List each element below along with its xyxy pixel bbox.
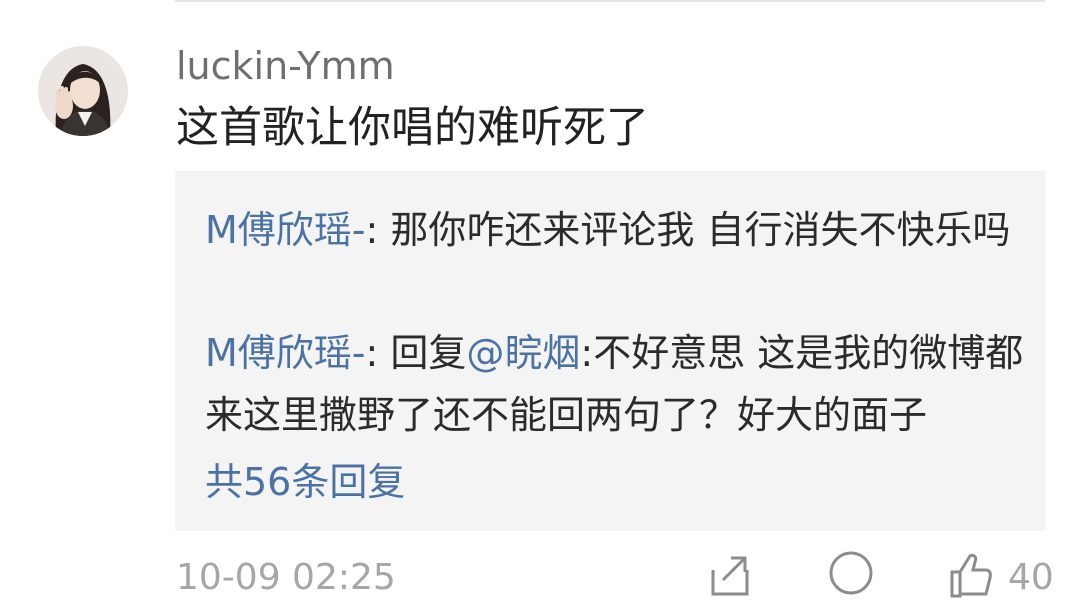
reply-author[interactable]: M傅欣瑶- <box>205 208 366 252</box>
reply-separator: : <box>365 331 391 375</box>
reply-mention[interactable]: @睆烟 <box>466 331 580 375</box>
reply-item[interactable]: M傅欣瑶-: 回复@睆烟:不好意思 这是我的微博都来这里撒野了还不能回两句了？好… <box>205 322 1025 446</box>
comment-button[interactable] <box>826 548 876 598</box>
comment-timestamp: 10-09 02:25 <box>176 557 396 598</box>
reply-text: 那你咋还来评论我 自行消失不快乐吗 <box>390 208 1011 252</box>
comment-username[interactable]: luckin-Ymm <box>176 42 395 90</box>
like-button[interactable]: 40 <box>944 548 1054 598</box>
comment-text: 这首歌让你唱的难听死了 <box>176 103 649 153</box>
view-more-replies-link[interactable]: 共56条回复 <box>205 451 405 513</box>
reply-separator: : <box>365 208 391 252</box>
reply-author[interactable]: M傅欣瑶- <box>205 331 366 375</box>
avatar[interactable] <box>38 46 128 136</box>
thumbs-up-icon <box>950 553 992 598</box>
share-button[interactable] <box>705 548 755 598</box>
comment-icon <box>829 551 873 595</box>
top-divider <box>175 0 1045 2</box>
avatar-image <box>38 46 128 136</box>
comment-footer: 10-09 02:25 40 <box>0 548 1080 608</box>
reply-item[interactable]: M傅欣瑶-: 那你咋还来评论我 自行消失不快乐吗 <box>205 199 1025 261</box>
reply-prefix: 回复 <box>390 331 467 375</box>
replies-panel: M傅欣瑶-: 那你咋还来评论我 自行消失不快乐吗 M傅欣瑶-: 回复@睆烟:不好… <box>175 171 1045 531</box>
share-icon <box>711 556 749 596</box>
like-count: 40 <box>1008 557 1054 598</box>
